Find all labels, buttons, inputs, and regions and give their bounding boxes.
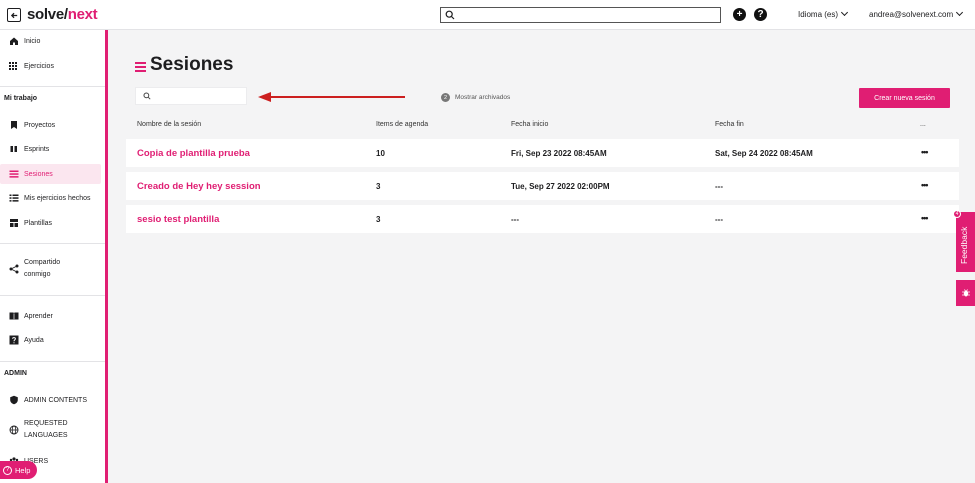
show-archived-toggle[interactable]: 2 Mostrar archivados [441, 93, 510, 102]
end-date: Sat, Sep 24 2022 08:45AM [715, 149, 813, 158]
shield-icon [9, 395, 19, 405]
sidebar-item-mis-ejercicios-hechos[interactable]: Mis ejercicios hechos [0, 188, 101, 208]
sidebar-divider [0, 361, 105, 362]
bug-icon [961, 289, 970, 297]
book-icon [9, 311, 19, 321]
sidebar-item-label: Ejercicios [24, 62, 54, 70]
column-header-actions: ... [920, 121, 926, 128]
session-name-link[interactable]: sesio test plantilla [137, 214, 219, 225]
help-button[interactable]: ? Help [0, 461, 37, 479]
session-name-link[interactable]: Creado de Hey hey session [137, 181, 261, 192]
chevron-down-icon [956, 8, 964, 17]
bug-report-tab[interactable] [956, 280, 975, 306]
row-menu-icon[interactable]: ••• [921, 213, 929, 223]
search-icon [445, 10, 455, 20]
column-header-agenda-items[interactable]: Items de agenda [376, 121, 428, 128]
end-date: --- [715, 215, 723, 224]
sidebar-item-label: Plantillas [24, 219, 53, 227]
template-icon [9, 218, 19, 228]
question-icon: ? [3, 465, 12, 475]
global-search-input[interactable] [440, 7, 721, 23]
row-menu-icon[interactable]: ••• [921, 147, 929, 157]
sidebar-item-label: Compartido conmigo [24, 257, 60, 281]
column-header-end-date[interactable]: Fecha fin [715, 121, 744, 128]
bookmark-icon [9, 120, 19, 130]
globe-icon [9, 425, 19, 435]
back-arrow-icon[interactable] [7, 8, 21, 22]
share-icon [9, 264, 19, 274]
sidebar-item-compartido-conmigo[interactable]: Compartido conmigo [0, 256, 101, 282]
sidebar-item-plantillas[interactable]: Plantillas [0, 213, 101, 233]
create-session-button[interactable]: Crear nueva sesión [859, 88, 950, 108]
table-row[interactable]: Creado de Hey hey session 3 Tue, Sep 27 … [126, 172, 959, 200]
list-icon [9, 169, 19, 179]
page-title: Sesiones [150, 54, 234, 75]
home-icon [9, 36, 19, 46]
sidebar-item-aprender[interactable]: Aprender [0, 306, 101, 326]
sidebar-section-mi-trabajo: Mi trabajo [4, 95, 38, 102]
list-check-icon [9, 193, 19, 203]
label-line: REQUESTED [24, 420, 68, 427]
sidebar-item-esprints[interactable]: Esprints [0, 139, 101, 159]
column-header-name[interactable]: Nombre de la sesión [137, 121, 201, 128]
sidebar-divider [0, 243, 105, 244]
search-icon [143, 92, 151, 100]
sidebar-item-label: Proyectos [24, 121, 56, 129]
add-icon[interactable]: + [733, 8, 746, 21]
column-header-start-date[interactable]: Fecha inicio [511, 121, 548, 128]
annotation-arrow-icon [258, 92, 405, 102]
top-bar: solve/next + ? Idioma (es) andrea@solven… [0, 0, 975, 30]
show-archived-label: Mostrar archivados [455, 94, 511, 101]
help-icon[interactable]: ? [754, 8, 767, 21]
start-date: Fri, Sep 23 2022 08:45AM [511, 149, 607, 158]
start-date: Tue, Sep 27 2022 02:00PM [511, 182, 610, 191]
sessions-list-icon [135, 62, 146, 72]
start-date: --- [511, 215, 519, 224]
sidebar-item-ayuda[interactable]: Ayuda [0, 330, 101, 350]
sidebar-item-inicio[interactable]: Inicio [0, 31, 101, 51]
sidebar-section-admin: ADMIN [4, 370, 27, 377]
sidebar-item-label: Sesiones [24, 170, 53, 178]
sidebar-item-label: ADMIN CONTENTS [24, 396, 87, 404]
sidebar-item-label: Aprender [24, 312, 53, 320]
sidebar-border [105, 30, 108, 483]
agenda-items-count: 10 [376, 149, 385, 158]
sidebar-item-ejercicios[interactable]: Ejercicios [0, 56, 101, 76]
end-date: --- [715, 182, 723, 191]
columns-icon [9, 144, 19, 154]
label-line: Compartido [24, 259, 61, 266]
feedback-label: Feedback [959, 226, 969, 264]
session-search-input[interactable] [135, 87, 247, 105]
language-selector[interactable]: Idioma (es) [798, 8, 849, 19]
user-menu[interactable]: andrea@solvenext.com [869, 8, 964, 19]
help-square-icon [9, 335, 19, 345]
sidebar-divider [0, 86, 105, 87]
row-menu-icon[interactable]: ••• [921, 180, 929, 190]
label-line: LANGUAGES [24, 432, 68, 439]
agenda-items-count: 3 [376, 182, 381, 191]
chevron-down-icon [840, 8, 849, 17]
label-line: conmigo [24, 271, 51, 278]
sidebar-item-proyectos[interactable]: Proyectos [0, 115, 101, 135]
feedback-badge: 4 [953, 210, 961, 218]
grid-icon [9, 61, 19, 71]
sidebar-item-label: Ayuda [24, 336, 44, 344]
table-row[interactable]: Copia de plantilla prueba 10 Fri, Sep 23… [126, 139, 959, 167]
sidebar-item-sesiones[interactable]: Sesiones [0, 164, 101, 184]
agenda-items-count: 3 [376, 215, 381, 224]
sidebar-item-label: Mis ejercicios hechos [24, 194, 91, 202]
sidebar-item-admin-contents[interactable]: ADMIN CONTENTS [0, 390, 101, 410]
sidebar-divider [0, 295, 105, 296]
table-row[interactable]: sesio test plantilla 3 --- --- ••• [126, 205, 959, 233]
feedback-tab[interactable]: Feedback [956, 212, 975, 272]
app-logo[interactable]: solve/next [27, 6, 98, 23]
sidebar-item-label: Esprints [24, 145, 50, 153]
sidebar-item-label: Inicio [24, 37, 41, 45]
sidebar-item-label: REQUESTED LANGUAGES [24, 418, 68, 442]
sidebar-item-requested-languages[interactable]: REQUESTED LANGUAGES [0, 417, 101, 443]
session-name-link[interactable]: Copia de plantilla prueba [137, 148, 250, 159]
archived-count-badge: 2 [441, 93, 450, 102]
help-button-label: Help [15, 465, 31, 475]
